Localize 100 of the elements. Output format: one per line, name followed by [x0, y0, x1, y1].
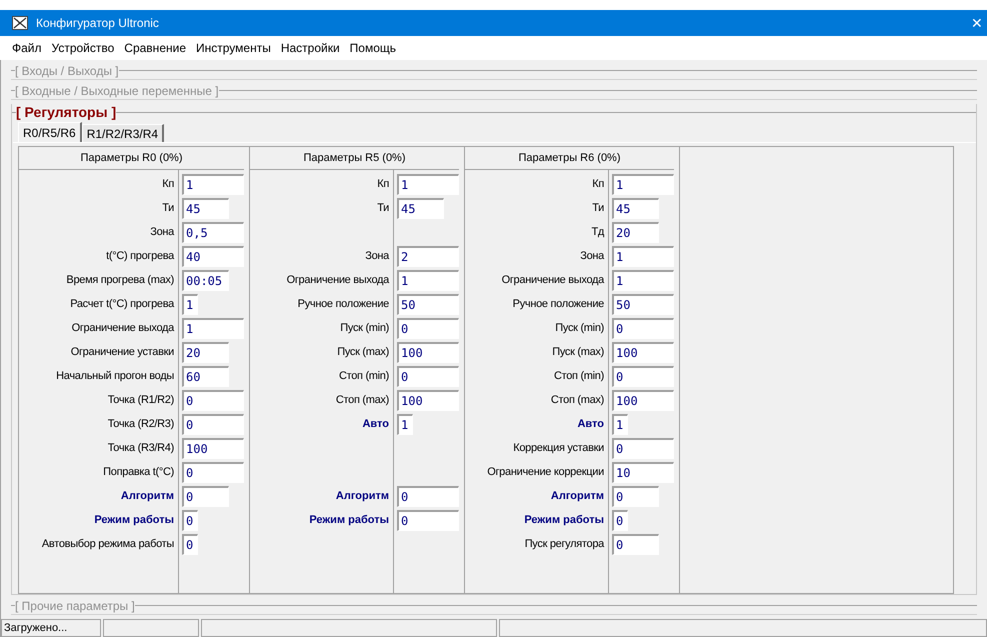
field-label: Начальный прогон воды: [56, 368, 174, 384]
field-label: Ти: [592, 200, 604, 216]
value-field[interactable]: 100: [612, 390, 674, 410]
value-field[interactable]: 45: [397, 198, 444, 218]
panel-header: Параметры R5 (0%): [303, 150, 406, 166]
menu-item[interactable]: Устройство: [52, 39, 114, 57]
value-field[interactable]: 0: [397, 510, 459, 530]
status-text: Загружено...: [1, 619, 101, 637]
value-field[interactable]: 50: [612, 294, 674, 314]
value-field[interactable]: 20: [612, 222, 659, 242]
value-field[interactable]: 00:05: [182, 270, 229, 290]
value-field[interactable]: 0: [182, 414, 244, 434]
value-field[interactable]: 0: [612, 366, 674, 386]
value-field[interactable]: 1: [397, 414, 413, 434]
field-label: Пуск (min): [555, 320, 604, 336]
field-label: Пуск регулятора: [524, 536, 604, 552]
field-label: Ограничение коррекции: [487, 464, 604, 480]
window-title: Конфигуратор Ultronic: [36, 15, 159, 32]
field-label: Ти: [377, 200, 389, 216]
value-field[interactable]: 40: [182, 246, 244, 266]
field-label: Тд: [591, 224, 604, 240]
value-field[interactable]: 100: [397, 342, 459, 362]
field-label: Коррекция уставки: [513, 440, 604, 456]
value-field[interactable]: 1: [182, 318, 244, 338]
value-field[interactable]: 1: [612, 270, 674, 290]
value-field[interactable]: 1: [397, 270, 459, 290]
value-field[interactable]: 2: [397, 246, 459, 266]
value-field[interactable]: 1: [612, 174, 674, 194]
field-label: Ограничение выхода: [72, 320, 174, 336]
field-label: Поправка t(°C): [103, 464, 174, 480]
value-field[interactable]: 1: [182, 174, 244, 194]
value-field[interactable]: 0: [182, 510, 198, 530]
value-field[interactable]: 100: [612, 342, 674, 362]
menu-item[interactable]: Помощь: [350, 39, 396, 57]
group-title[interactable]: [ Регуляторы ]: [16, 102, 116, 122]
menu-item[interactable]: Настройки: [280, 39, 340, 57]
value-field[interactable]: 0: [612, 438, 674, 458]
field-label: Стоп (min): [554, 368, 604, 384]
value-field[interactable]: 0,5: [182, 222, 244, 242]
field-label: Пуск (max): [337, 344, 389, 360]
field-label: Режим работы: [94, 512, 174, 528]
value-field[interactable]: 1: [612, 246, 674, 266]
value-field[interactable]: 60: [182, 366, 229, 386]
field-label: Алгоритм: [120, 488, 174, 504]
field-label: Ограничение выхода: [286, 272, 389, 288]
field-label: Ограничение уставки: [70, 344, 174, 360]
value-field[interactable]: 0: [397, 486, 459, 506]
field-label: Зона: [365, 248, 389, 264]
field-label: Точка (R1/R2): [108, 392, 174, 408]
value-field[interactable]: 1: [612, 414, 628, 434]
field-label: Кп: [377, 176, 389, 192]
field-label: Пуск (min): [340, 320, 389, 336]
value-field[interactable]: 1: [397, 174, 459, 194]
value-field[interactable]: 0: [612, 510, 628, 530]
field-label: Пуск (max): [552, 344, 604, 360]
menu-item[interactable]: Сравнение: [124, 39, 186, 57]
field-label: Автовыбор режима работы: [42, 536, 174, 552]
field-label: Ти: [162, 200, 174, 216]
field-label: Режим работы: [524, 512, 604, 528]
field-label: Стоп (max): [550, 392, 604, 408]
app-icon: [12, 16, 28, 30]
field-label: Зона: [580, 248, 604, 264]
value-field[interactable]: 0: [182, 534, 198, 554]
value-field[interactable]: 0: [182, 462, 244, 482]
field-label: Режим работы: [309, 512, 389, 528]
value-field[interactable]: 10: [612, 462, 674, 482]
field-label: Кп: [162, 176, 174, 192]
field-label: Стоп (max): [336, 392, 389, 408]
field-label: Точка (R3/R4): [108, 440, 174, 456]
value-field[interactable]: 100: [182, 438, 244, 458]
value-field[interactable]: 45: [182, 198, 229, 218]
menu-item[interactable]: Инструменты: [196, 39, 271, 57]
field-label: Авто: [577, 416, 604, 432]
menu-item[interactable]: Файл: [12, 39, 42, 57]
field-label: Точка (R2/R3): [108, 416, 174, 432]
field-label: Ограничение выхода: [502, 272, 604, 288]
value-field[interactable]: 0: [612, 486, 659, 506]
value-field[interactable]: 0: [397, 318, 459, 338]
field-label: Ручное положение: [298, 296, 389, 312]
field-label: Авто: [362, 416, 389, 432]
tab[interactable]: R0/R5/R6: [18, 122, 82, 142]
tab[interactable]: R1/R2/R3/R4: [82, 124, 164, 142]
value-field[interactable]: 45: [612, 198, 659, 218]
field-label: Кп: [592, 176, 604, 192]
field-label: t(°C) прогрева: [106, 248, 174, 264]
value-field[interactable]: 20: [182, 342, 229, 362]
value-field[interactable]: 100: [397, 390, 459, 410]
value-field[interactable]: 1: [182, 294, 198, 314]
value-field[interactable]: 0: [612, 534, 659, 554]
close-button[interactable]: ✕: [971, 12, 987, 34]
panel-header: Параметры R6 (0%): [518, 150, 621, 166]
field-label: Ручное положение: [512, 296, 604, 312]
field-label: Зона: [150, 224, 174, 240]
value-field[interactable]: 0: [182, 390, 244, 410]
value-field[interactable]: 50: [397, 294, 459, 314]
value-field[interactable]: 0: [182, 486, 229, 506]
field-label: Алгоритм: [550, 488, 604, 504]
value-field[interactable]: 0: [612, 318, 674, 338]
field-label: Стоп (min): [338, 368, 389, 384]
value-field[interactable]: 0: [397, 366, 459, 386]
